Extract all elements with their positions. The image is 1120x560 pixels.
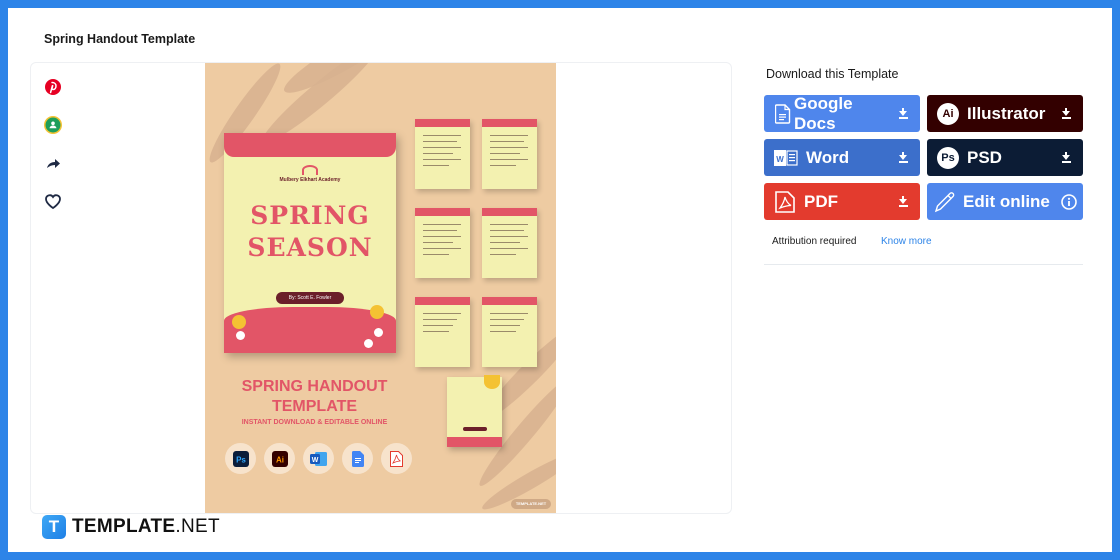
share-icon[interactable] [43, 153, 63, 173]
pdf-icon [381, 443, 412, 474]
svg-text:Ps: Ps [236, 455, 246, 464]
cover-title-line1: SPRING [250, 201, 370, 230]
page-thumbnail [415, 208, 470, 278]
promo-subtitle: INSTANT DOWNLOAD & EDITABLE ONLINE [241, 419, 388, 426]
logo-icon: T [42, 515, 66, 539]
academy-logo [302, 165, 318, 175]
preview-card: Mulbery Elkhart Academy SPRING SEASON By… [30, 62, 732, 514]
page-thumbnail [415, 119, 470, 189]
template-net-logo[interactable]: T TEMPLATE.NET [42, 515, 220, 539]
download-icon [1061, 152, 1071, 163]
illustrator-icon: Ai [937, 102, 959, 125]
svg-text:W: W [776, 155, 784, 164]
button-label: Word [806, 147, 850, 167]
pencil-icon [933, 191, 957, 213]
download-icon [898, 196, 908, 207]
flower-decoration [236, 331, 245, 340]
pdf-icon [774, 190, 796, 213]
page-title: Spring Handout Template [44, 32, 196, 46]
app-icons-row: Ps Ai W [225, 443, 412, 474]
button-label: PSD [967, 147, 1002, 167]
promo-title-line1: SPRING HANDOUT [241, 378, 388, 395]
google-docs-icon [342, 443, 373, 474]
download-icon [1061, 108, 1071, 119]
download-icon [898, 152, 908, 163]
page-thumbnail [482, 119, 537, 189]
academy-name: Mulbery Elkhart Academy [279, 177, 341, 183]
cover-author: By: Scott E. Fowler [276, 292, 344, 304]
button-label: Edit online [963, 191, 1050, 211]
page-thumbnail [482, 208, 537, 278]
flower-decoration [232, 315, 246, 329]
social-sidebar [43, 77, 67, 211]
logo-text: TEMPLATE.NET [72, 516, 220, 537]
svg-text:W: W [311, 457, 318, 464]
word-icon: W [303, 443, 334, 474]
illustrator-icon: Ai [264, 443, 295, 474]
pinterest-icon[interactable] [43, 77, 63, 97]
edit-online-button[interactable]: Edit online [927, 183, 1083, 220]
watermark: TEMPLATE.NET [511, 499, 551, 509]
button-label: Illustrator [967, 103, 1046, 123]
flower-decoration [370, 305, 384, 319]
download-icon [898, 108, 908, 119]
cover-title-line2: SEASON [247, 233, 373, 262]
word-download-button[interactable]: W Word [764, 139, 920, 176]
download-section-title: Download this Template [766, 67, 899, 81]
promo-title-line2: TEMPLATE [271, 398, 358, 415]
svg-text:Ai: Ai [276, 455, 284, 464]
page-thumbnail [482, 297, 537, 367]
google-docs-icon [774, 103, 792, 125]
photoshop-icon: Ps [937, 146, 959, 169]
flower-decoration [364, 339, 373, 348]
word-icon: W [774, 147, 798, 169]
know-more-link[interactable]: Know more [881, 236, 932, 247]
google-docs-download-button[interactable]: Google Docs [764, 93, 920, 133]
pdf-download-button[interactable]: PDF [764, 183, 920, 220]
attribution-text: Attribution required [772, 236, 857, 247]
button-label: PDF [804, 191, 838, 211]
illustrator-download-button[interactable]: Ai Illustrator [927, 95, 1083, 132]
button-label: Google Docs [794, 93, 853, 133]
heart-icon[interactable] [43, 191, 63, 211]
info-icon[interactable] [1061, 191, 1077, 213]
page-thumbnail [415, 297, 470, 367]
flower-decoration [374, 328, 383, 337]
cover-scallop [224, 133, 396, 157]
mini-cover-thumbnail [447, 375, 502, 447]
psd-download-button[interactable]: Ps PSD [927, 139, 1083, 176]
google-classroom-icon[interactable] [43, 115, 63, 135]
photoshop-icon: Ps [225, 443, 256, 474]
cover-page-thumbnail: Mulbery Elkhart Academy SPRING SEASON By… [224, 133, 396, 353]
template-preview-image[interactable]: Mulbery Elkhart Academy SPRING SEASON By… [205, 63, 556, 513]
section-divider [764, 264, 1083, 265]
